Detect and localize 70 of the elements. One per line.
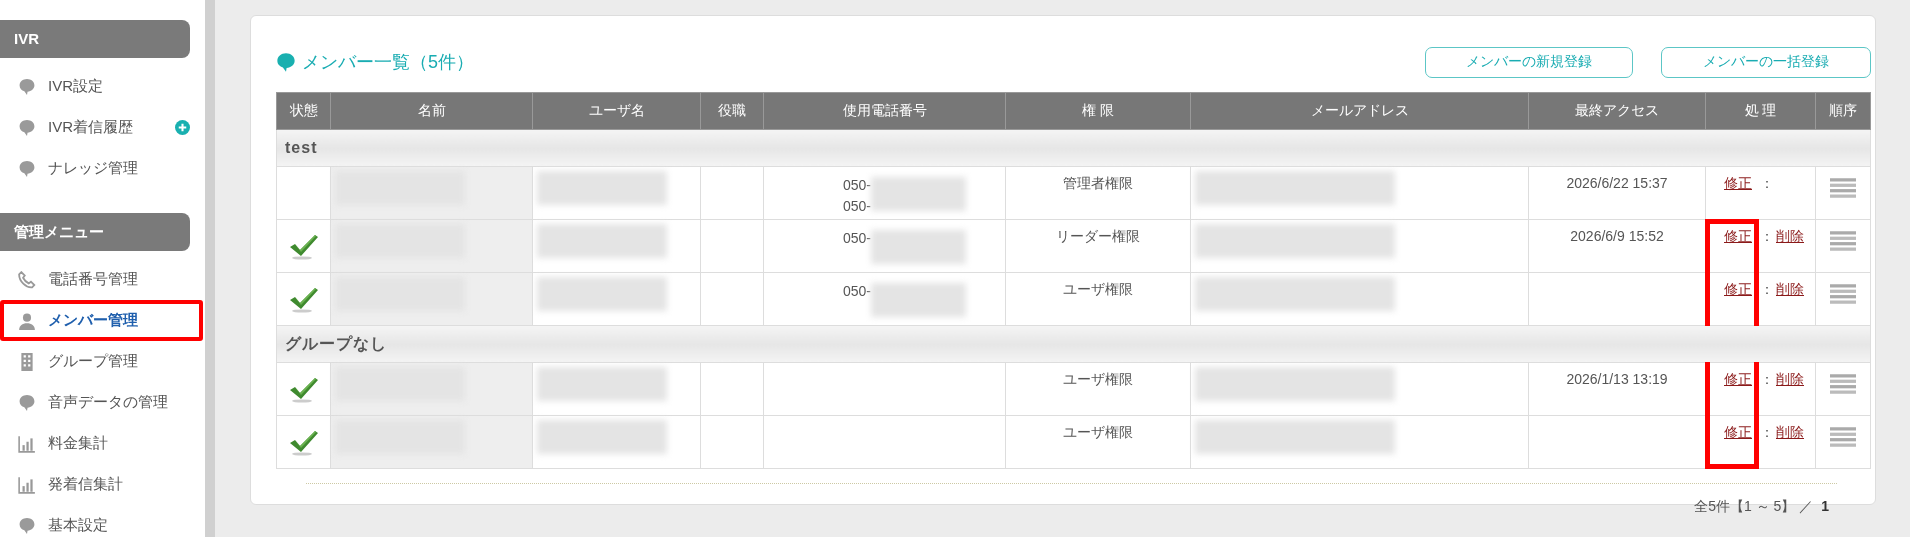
speech-bubble-icon (276, 51, 296, 73)
panel-title: メンバー一覧（5件） (302, 51, 474, 74)
sidebar-item[interactable]: ナレッジ管理 (0, 148, 205, 189)
column-header: 使用電話番号 (763, 92, 1006, 130)
pagination-summary: 全5件【1 ～ 5】 ／ (1694, 498, 1814, 514)
drag-handle-icon[interactable] (1830, 177, 1856, 199)
table-cell: リーダー権限 (1005, 219, 1191, 273)
speech-bubble-icon (18, 118, 36, 137)
person-icon (18, 311, 36, 330)
action-link[interactable]: 削除 (1776, 371, 1804, 387)
building-icon (18, 352, 36, 371)
sidebar-item[interactable]: IVR設定 (0, 66, 205, 107)
table-cell: ユーザ権限 (1005, 415, 1191, 469)
table-cell: 管理者権限 (1005, 166, 1191, 220)
column-header: 名前 (330, 92, 533, 130)
column-header: ユーザ名 (532, 92, 701, 130)
bar-chart-icon (18, 475, 36, 494)
group-header-row: test (276, 129, 1871, 167)
speech-bubble-icon (18, 516, 36, 535)
speech-bubble-icon (18, 77, 36, 96)
separator: ： (1760, 175, 1774, 191)
column-header: 順序 (1815, 92, 1871, 130)
drag-handle-icon[interactable] (1830, 373, 1856, 395)
drag-handle-icon[interactable] (1830, 426, 1856, 448)
add-icon[interactable] (175, 120, 190, 135)
sidebar-section-header: 管理メニュー (0, 213, 190, 251)
action-link[interactable]: 修正 (1724, 371, 1752, 387)
separator: ： (1760, 228, 1774, 244)
sidebar-section-header: IVR (0, 20, 190, 58)
column-header: 最終アクセス (1528, 92, 1706, 130)
sidebar-item[interactable]: グループ管理 (0, 341, 205, 382)
sidebar-item[interactable]: 基本設定 (0, 505, 205, 537)
table-cell-text: 050- (843, 282, 871, 301)
drag-handle-icon[interactable] (1830, 230, 1856, 252)
action-link[interactable]: 削除 (1776, 424, 1804, 440)
separator: ： (1760, 371, 1774, 387)
action-link[interactable]: 削除 (1776, 228, 1804, 244)
page-number: 1 (1821, 498, 1829, 514)
column-header: 権 限 (1005, 92, 1191, 130)
table-cell: 2026/1/13 13:19 (1566, 371, 1668, 387)
sidebar-item[interactable]: 料金集計 (0, 423, 205, 464)
separator: ： (1760, 281, 1774, 297)
speech-bubble-icon (18, 159, 36, 178)
table-cell: 2026/6/22 15:37 (1566, 175, 1668, 191)
sidebar-item[interactable]: 発着信集計 (0, 464, 205, 505)
table-cell-text: 050- (843, 229, 871, 248)
sidebar-item[interactable]: IVR着信履歴 (0, 107, 205, 148)
column-header: 処 理 (1705, 92, 1816, 130)
table-cell: 2026/6/9 15:52 (1570, 228, 1664, 244)
action-link[interactable]: 修正 (1724, 228, 1752, 244)
column-header: 役職 (700, 92, 764, 130)
column-header: 状態 (276, 92, 331, 130)
separator: ： (1760, 424, 1774, 440)
table-cell-text: 050- (843, 176, 871, 195)
phone-icon (18, 270, 36, 289)
drag-handle-icon[interactable] (1830, 283, 1856, 305)
bar-chart-icon (18, 434, 36, 453)
group-header-row: グループなし (276, 325, 1871, 363)
table-cell: ユーザ権限 (1005, 362, 1191, 416)
sidebar-item[interactable]: 電話番号管理 (0, 259, 205, 300)
sidebar-item[interactable]: 音声データの管理 (0, 382, 205, 423)
action-link[interactable]: 修正 (1724, 424, 1752, 440)
table-cell: ユーザ権限 (1005, 272, 1191, 326)
action-link[interactable]: 修正 (1724, 281, 1752, 297)
speech-bubble-icon (18, 393, 36, 412)
table-cell-text: 050- (843, 197, 871, 216)
action-link[interactable]: 修正 (1724, 175, 1752, 191)
action-link[interactable]: 削除 (1776, 281, 1804, 297)
column-header: メールアドレス (1190, 92, 1529, 130)
sidebar-item[interactable]: メンバー管理 (0, 300, 203, 341)
